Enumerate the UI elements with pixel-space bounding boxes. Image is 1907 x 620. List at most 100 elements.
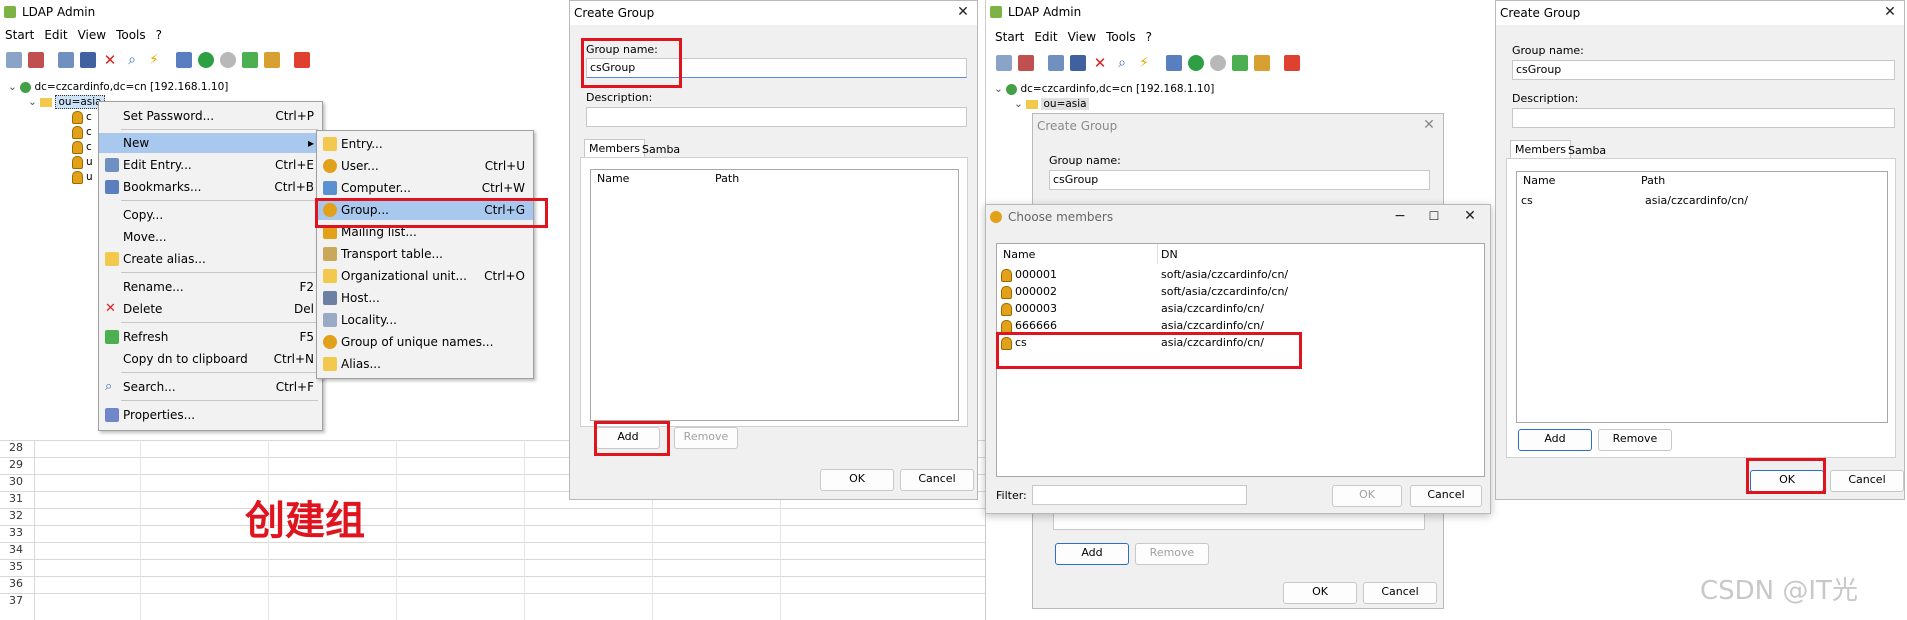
menu-view[interactable]: View [1068,30,1096,44]
close-icon[interactable]: ✕ [953,3,973,21]
menu-item-create-alias[interactable]: Create alias... [99,249,322,269]
menu-edit[interactable]: Edit [1034,30,1057,44]
menu-item-refresh[interactable]: Refresh F5 [99,327,322,347]
menu-item-copy-dn[interactable]: Copy dn to clipboard Ctrl+N [99,349,322,369]
close-icon[interactable]: ✕ [1460,207,1480,225]
member-row[interactable]: cs [1521,194,1533,208]
submenu-item-alias[interactable]: Alias... [317,354,533,374]
cancel-button[interactable]: Cancel [1363,582,1437,604]
menu-item-bookmarks[interactable]: Bookmarks... Ctrl+B [99,177,322,197]
menu-tools[interactable]: Tools [116,28,146,42]
delete-icon[interactable]: ✕ [102,52,118,68]
member-row[interactable]: 000001 [1001,268,1057,282]
highlight-ok-button [1746,458,1826,494]
schema-icon[interactable] [1254,55,1270,71]
refresh-icon[interactable] [242,52,258,68]
filter-field[interactable] [1032,485,1247,505]
member-row[interactable]: 000003 [1001,302,1057,316]
col-name[interactable]: Name [597,172,629,185]
minimize-icon[interactable]: − [1390,207,1410,225]
cancel-button[interactable]: Cancel [900,469,974,491]
edit-icon[interactable] [1048,55,1064,71]
col-dn[interactable]: DN [1161,248,1178,261]
group-name-field[interactable]: csGroup [1512,60,1895,80]
menu-item-properties[interactable]: Properties... [99,405,322,425]
members-list[interactable]: Name Path [590,169,959,421]
tab-members[interactable]: Members [584,139,645,158]
description-field[interactable] [1512,108,1895,128]
lightning-icon[interactable]: ⚡ [1136,55,1152,71]
col-path[interactable]: Path [1641,174,1665,187]
disconnect-icon[interactable] [28,52,44,68]
submenu-item-transport-table[interactable]: Transport table... [317,244,533,264]
description-field[interactable] [586,107,967,127]
back-icon[interactable] [1188,55,1204,71]
member-row[interactable]: 000002 [1001,285,1057,299]
submenu-item-computer[interactable]: Computer... Ctrl+W [317,178,533,198]
members-list[interactable]: Name Path cs asia/czcardinfo/cn/ [1516,171,1888,423]
remove-button[interactable]: Remove [1598,429,1672,451]
ok-button[interactable]: OK [1283,582,1357,604]
submenu-item-host[interactable]: Host... [317,288,533,308]
menu-start[interactable]: Start [5,28,34,42]
menu-start[interactable]: Start [995,30,1024,44]
menu-edit[interactable]: Edit [44,28,67,42]
exit-icon[interactable] [294,52,310,68]
schema-icon[interactable] [264,52,280,68]
tree-ou-asia[interactable]: ⌄ ou=asia [994,97,1214,112]
tab-members[interactable]: Members [1510,140,1571,159]
exit-icon[interactable] [1284,55,1300,71]
search-icon[interactable]: ⌕ [1114,55,1130,71]
save-icon[interactable] [80,52,96,68]
edit-icon[interactable] [58,52,74,68]
submenu-item-locality[interactable]: Locality... [317,310,533,330]
menu-item-search[interactable]: ⌕ Search... Ctrl+F [99,377,322,397]
tree-root[interactable]: ⌄ dc=czcardinfo,dc=cn [192.168.1.10] [8,80,228,95]
close-icon[interactable]: ✕ [1419,116,1439,134]
delete-icon[interactable]: ✕ [1092,55,1108,71]
disconnect-icon[interactable] [1018,55,1034,71]
menu-help[interactable]: ? [156,28,162,42]
menu-item-delete[interactable]: ✕ Delete Del [99,299,322,319]
menu-help[interactable]: ? [1146,30,1152,44]
close-icon[interactable]: ✕ [1880,3,1900,21]
forward-icon[interactable] [220,52,236,68]
ok-button[interactable]: OK [820,469,894,491]
cancel-button[interactable]: Cancel [1830,470,1904,492]
refresh-icon[interactable] [1232,55,1248,71]
bookmark-icon[interactable] [176,52,192,68]
add-button[interactable]: Add [1518,429,1592,451]
group-name-field[interactable]: csGroup [1049,170,1430,190]
ok-button[interactable]: OK [1332,485,1402,507]
menu-item-set-password[interactable]: Set Password... Ctrl+P [99,106,322,126]
connect-icon[interactable] [6,52,22,68]
submenu-item-entry[interactable]: Entry... [317,134,533,154]
lightning-icon[interactable]: ⚡ [146,52,162,68]
menu-item-new[interactable]: New ▸ [99,133,322,153]
search-icon[interactable]: ⌕ [124,52,140,68]
submenu-item-user[interactable]: User... Ctrl+U [317,156,533,176]
submenu-item-group-unique-names[interactable]: Group of unique names... [317,332,533,352]
connect-icon[interactable] [996,55,1012,71]
add-button[interactable]: Add [1055,543,1129,565]
remove-button[interactable]: Remove [1135,543,1209,565]
member-row[interactable]: 666666 [1001,319,1057,333]
col-name[interactable]: Name [1003,248,1035,261]
menu-item-rename[interactable]: Rename... F2 [99,277,322,297]
remove-button[interactable]: Remove [674,427,738,449]
cancel-button[interactable]: Cancel [1410,485,1482,507]
submenu-item-organizational-unit[interactable]: Organizational unit... Ctrl+O [317,266,533,286]
col-name[interactable]: Name [1523,174,1555,187]
bookmark-icon[interactable] [1166,55,1182,71]
menu-item-edit-entry[interactable]: Edit Entry... Ctrl+E [99,155,322,175]
col-path[interactable]: Path [715,172,739,185]
maximize-icon[interactable]: ☐ [1424,207,1444,225]
menu-item-copy[interactable]: Copy... [99,205,322,225]
menu-view[interactable]: View [78,28,106,42]
tree-root[interactable]: ⌄ dc=czcardinfo,dc=cn [192.168.1.10] [994,82,1214,97]
menu-item-move[interactable]: Move... [99,227,322,247]
back-icon[interactable] [198,52,214,68]
forward-icon[interactable] [1210,55,1226,71]
save-icon[interactable] [1070,55,1086,71]
menu-tools[interactable]: Tools [1106,30,1136,44]
